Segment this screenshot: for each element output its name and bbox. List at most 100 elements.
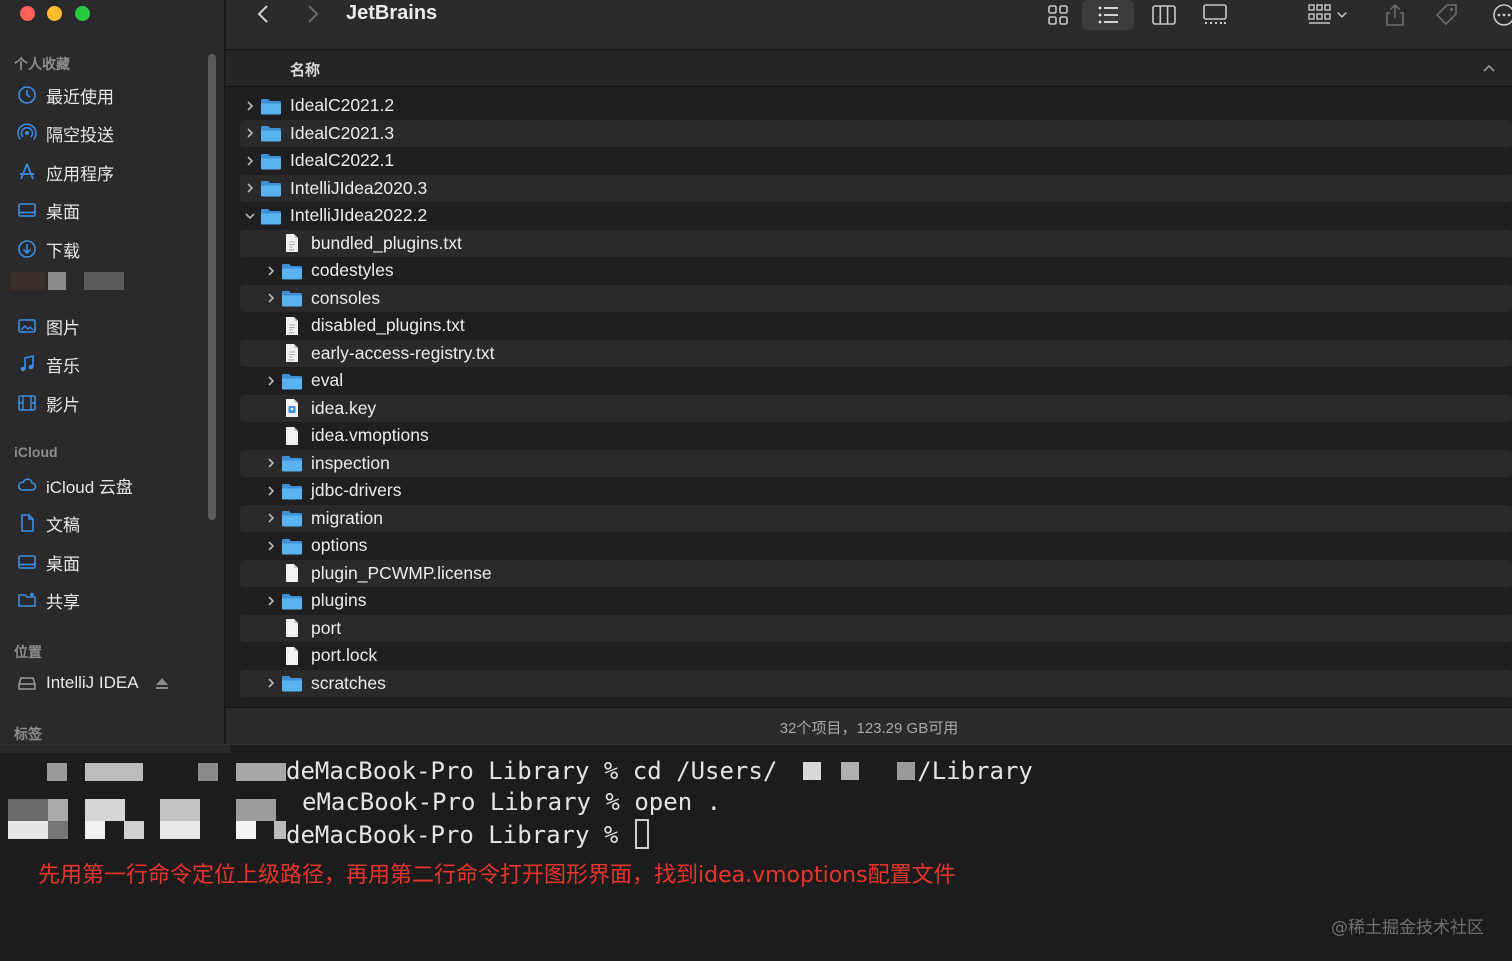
file-row[interactable]: IdealC2021.2 <box>240 92 1512 120</box>
file-row[interactable]: port <box>240 614 1512 642</box>
chevron-right-icon[interactable] <box>261 371 281 391</box>
column-header[interactable]: 名称 <box>226 51 1512 87</box>
sidebar-heading-favorites: 个人收藏 <box>14 56 70 72</box>
folder-icon <box>281 508 303 528</box>
file-row[interactable]: eval <box>240 367 1512 395</box>
file-row[interactable]: TXT disabled_plugins.txt <box>240 312 1512 340</box>
forward-icon[interactable] <box>300 2 324 26</box>
sidebar-item-applications[interactable]: 应用程序 <box>16 158 114 186</box>
chevron-right-icon[interactable] <box>261 508 281 528</box>
chevron-right-icon[interactable] <box>261 536 281 556</box>
file-name: inspection <box>311 452 390 473</box>
file-row[interactable]: IdealC2021.3 <box>240 119 1512 147</box>
file-row[interactable]: TXT early-access-registry.txt <box>240 339 1512 367</box>
sidebar-item-label: 图片 <box>46 318 80 338</box>
sidebar-item-icloud-desktop[interactable]: 桌面 <box>16 548 80 576</box>
terminal-line-3[interactable]: deMacBook-Pro Library % <box>286 819 649 849</box>
chevron-right-icon[interactable] <box>240 96 260 116</box>
sidebar-item-documents[interactable]: 文稿 <box>16 509 80 537</box>
sidebar-scrollbar[interactable] <box>208 54 216 520</box>
redacted-path-segment <box>777 760 917 782</box>
chevron-right-icon[interactable] <box>261 288 281 308</box>
folder-icon <box>281 371 303 391</box>
sidebar-item-pictures[interactable]: 图片 <box>16 312 80 340</box>
sidebar-item-label: 下载 <box>46 241 80 261</box>
file-row[interactable]: plugins <box>240 587 1512 615</box>
folder-icon <box>281 673 303 693</box>
file-row[interactable]: consoles <box>240 284 1512 312</box>
sidebar-item-label: 最近使用 <box>46 87 114 107</box>
sidebar-item-label: IntelliJ IDEA <box>46 673 139 692</box>
file-row[interactable]: jdbc-drivers <box>240 477 1512 505</box>
grid-icon <box>1048 5 1068 25</box>
file-row[interactable]: scratches <box>240 669 1512 697</box>
desktop-icon <box>16 551 38 573</box>
chevron-right-icon[interactable] <box>240 123 260 143</box>
group-icon <box>1308 4 1331 24</box>
chevron-right-icon[interactable] <box>261 481 281 501</box>
file-name: idea.vmoptions <box>311 425 429 446</box>
file-row[interactable]: port.lock <box>240 642 1512 670</box>
folder-icon <box>281 261 303 281</box>
zoom-window-button[interactable] <box>75 6 90 21</box>
file-row[interactable]: idea.key <box>240 394 1512 422</box>
gallery-view-button[interactable] <box>1198 0 1232 30</box>
folder-icon <box>281 481 303 501</box>
sidebar-item-intellij-volume[interactable]: IntelliJ IDEA <box>16 669 173 697</box>
file-name: options <box>311 535 368 556</box>
file-name: migration <box>311 507 383 528</box>
chevron-right-icon[interactable] <box>261 261 281 281</box>
close-window-button[interactable] <box>20 6 35 21</box>
file-row[interactable]: codestyles <box>240 257 1512 285</box>
row-spacer <box>261 426 281 446</box>
file-name: jdbc-drivers <box>311 480 402 501</box>
file-row[interactable]: IdealC2022.1 <box>240 147 1512 175</box>
tag-button[interactable] <box>1430 0 1464 30</box>
file-row[interactable]: options <box>240 532 1512 560</box>
column-name-header[interactable]: 名称 <box>290 59 320 80</box>
share-button[interactable] <box>1378 0 1412 30</box>
sidebar-item-downloads[interactable]: 下载 <box>16 235 80 263</box>
sidebar-heading-locations: 位置 <box>14 644 42 660</box>
chevron-right-icon[interactable] <box>261 453 281 473</box>
sidebar-item-music[interactable]: 音乐 <box>16 350 80 378</box>
eject-icon[interactable] <box>151 672 173 694</box>
terminal-cursor <box>634 819 649 849</box>
file-row[interactable]: IntelliJIdea2020.3 <box>240 174 1512 202</box>
sidebar-item-movies[interactable]: 影片 <box>16 389 80 417</box>
folder-icon <box>281 536 303 556</box>
sort-ascending-icon[interactable] <box>1482 61 1496 75</box>
file-name: eval <box>311 370 344 391</box>
file-row[interactable]: idea.vmoptions <box>240 422 1512 450</box>
icon-view-button[interactable] <box>1041 0 1075 30</box>
tag-icon <box>1435 4 1457 26</box>
chevron-right-icon[interactable] <box>240 151 260 171</box>
sidebar-item-shared[interactable]: 共享 <box>16 586 80 614</box>
chevron-right-icon[interactable] <box>240 178 260 198</box>
disk-icon <box>16 672 38 694</box>
sidebar-item-icloud-drive[interactable]: iCloud 云盘 <box>16 471 133 499</box>
columns-icon <box>1152 5 1176 25</box>
file-row[interactable]: migration <box>240 504 1512 532</box>
group-by-button[interactable] <box>1300 0 1356 30</box>
chevron-right-icon[interactable] <box>261 591 281 611</box>
file-row[interactable]: inspection <box>240 449 1512 477</box>
chevron-down-icon[interactable] <box>240 206 260 226</box>
file-row[interactable]: TXT bundled_plugins.txt <box>240 229 1512 257</box>
music-icon <box>16 353 38 375</box>
chevron-right-icon[interactable] <box>261 673 281 693</box>
applications-icon <box>16 161 38 183</box>
minimize-window-button[interactable] <box>47 6 62 21</box>
file-row[interactable]: IntelliJIdea2022.2 <box>240 202 1512 230</box>
sidebar-item-recents[interactable]: 最近使用 <box>16 81 114 109</box>
file-row[interactable]: plugin_PCWMP.license <box>240 559 1512 587</box>
list-view-button[interactable] <box>1082 0 1134 30</box>
terminal-path-suffix: /Library <box>917 757 1033 785</box>
column-view-button[interactable] <box>1147 0 1181 30</box>
sidebar-item-desktop[interactable]: 桌面 <box>16 196 80 224</box>
svg-text:TXT: TXT <box>288 358 295 362</box>
terminal-line-1: deMacBook-Pro Library % cd /Users/ /Libra… <box>286 757 1033 785</box>
back-icon[interactable] <box>252 2 276 26</box>
more-actions-button[interactable] <box>1486 0 1512 30</box>
sidebar-item-airdrop[interactable]: 隔空投送 <box>16 119 114 147</box>
